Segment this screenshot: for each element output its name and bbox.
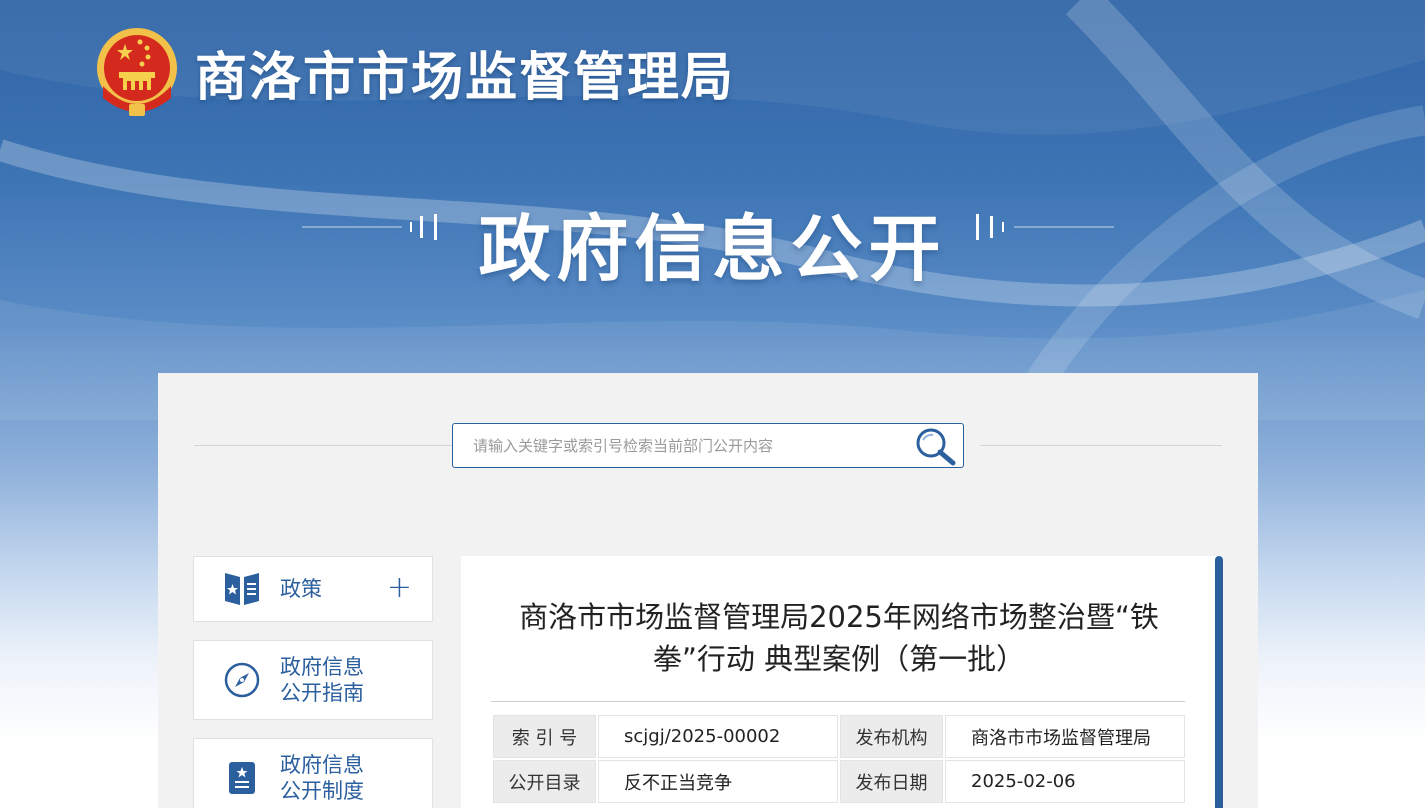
article-card: 商洛市市场监督管理局2025年网络市场整治暨“铁拳”行动 典型案例（第一批） 索…	[461, 556, 1223, 808]
table-row: 索 引 号 scjgj/2025-00002 发布机构 商洛市市场监督管理局	[493, 715, 1185, 758]
title-divider	[491, 701, 1185, 702]
meta-label: 发布机构	[840, 715, 943, 758]
main-panel: 政策 + 政府信息 公开指南 政府信息 公开制度 商洛市市场监督管理局2025年…	[158, 373, 1258, 808]
compass-icon	[224, 662, 260, 698]
sidebar-item-label: 政策	[280, 577, 322, 601]
table-row: 公开目录 反不正当竞争 发布日期 2025-02-06	[493, 760, 1185, 803]
title-decoration-right	[976, 214, 1114, 240]
article-meta-table: 索 引 号 scjgj/2025-00002 发布机构 商洛市市场监督管理局 公…	[491, 713, 1187, 805]
sidebar-item-disclosure-system[interactable]: 政府信息 公开制度	[193, 738, 433, 808]
sidebar-item-disclosure-guide[interactable]: 政府信息 公开指南	[193, 640, 433, 720]
search-divider-right	[980, 445, 1222, 446]
scrollbar-thumb[interactable]	[1215, 556, 1223, 808]
sidebar-item-policy[interactable]: 政策 +	[193, 556, 433, 622]
meta-value: 2025-02-06	[945, 760, 1185, 803]
regulation-doc-icon	[229, 762, 255, 794]
sidebar-item-label: 政府信息 公开制度	[280, 753, 364, 803]
national-emblem-icon	[97, 28, 177, 116]
search-divider-left	[194, 445, 452, 446]
meta-label: 发布日期	[840, 760, 943, 803]
expand-plus-icon[interactable]: +	[387, 571, 412, 605]
site-title: 商洛市市场监督管理局	[195, 46, 736, 108]
site-header: 商洛市市场监督管理局	[95, 24, 735, 120]
policy-book-icon	[225, 573, 259, 605]
search-button[interactable]	[913, 426, 959, 466]
banner-title: 政府信息公开	[478, 207, 947, 291]
meta-label: 公开目录	[493, 760, 596, 803]
meta-label: 索 引 号	[493, 715, 596, 758]
search-icon	[916, 428, 956, 466]
search-box	[452, 423, 964, 468]
meta-value: 商洛市市场监督管理局	[945, 715, 1185, 758]
meta-value: scjgj/2025-00002	[598, 715, 838, 758]
sidebar-item-label: 政府信息 公开指南	[280, 655, 364, 705]
meta-value: 反不正当竞争	[598, 760, 838, 803]
search-input[interactable]	[453, 424, 903, 467]
article-title: 商洛市市场监督管理局2025年网络市场整治暨“铁拳”行动 典型案例（第一批）	[519, 600, 1159, 676]
